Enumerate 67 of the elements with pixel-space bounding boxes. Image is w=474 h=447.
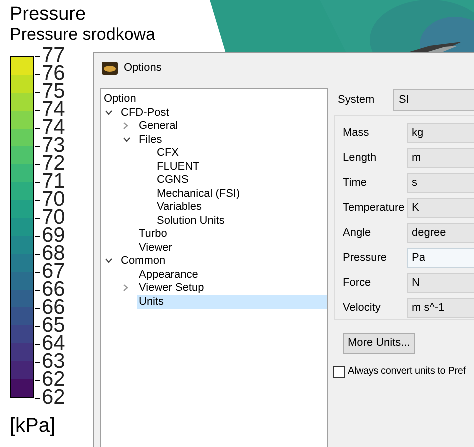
unit-field[interactable]: m s^-1 [407,298,474,318]
unit-label: Pressure [343,250,388,266]
legend-tick-label: 76 [42,65,66,83]
collapse-chevron-icon[interactable] [105,258,113,264]
tree-item[interactable]: CGNS [155,174,189,187]
legend-tick-label: 66 [42,281,66,299]
collapse-chevron-icon[interactable] [105,110,113,116]
tree-item[interactable]: CFD-Post [119,106,170,120]
unit-label: Length [343,150,378,166]
system-dropdown[interactable]: SI [393,89,474,111]
tree-item[interactable]: Viewer Setup [137,282,204,295]
system-label: System [337,92,376,108]
legend-tick-label: 65 [42,317,66,335]
unit-label: Temperature [343,200,406,216]
legend-tick-label: 70 [42,191,66,209]
window-title: Options [124,60,162,76]
tree-item[interactable]: Units [137,295,327,308]
tree-item[interactable]: Mechanical (FSI) [155,187,240,200]
unit-field[interactable]: Pa [407,248,474,268]
tree-item[interactable]: FLUENT [155,160,200,174]
tree-item[interactable]: Viewer [137,241,172,254]
collapse-chevron-icon[interactable] [123,136,131,143]
unit-label: Mass [343,126,370,141]
tree-item[interactable]: Appearance [137,268,198,282]
more-units-button[interactable]: More Units... [343,333,416,354]
app-icon [102,62,118,74]
tree-item[interactable]: Solution Units [155,214,225,228]
legend-tick-label: 62 [42,389,66,407]
legend-tick-label: 71 [42,173,66,191]
tree-item[interactable]: Variables [155,200,202,214]
legend-tick-label: 77 [42,47,66,65]
tree-item[interactable]: CFX [155,146,179,160]
unit-label: Velocity [343,300,382,316]
plot-subtitle: Pressure srodkowa [10,25,156,45]
unit-label: Angle [343,226,372,241]
legend-tick-label: 73 [42,137,66,155]
checkbox-label: Always convert units to Pref [348,365,466,379]
legend-tick-label: 70 [42,209,66,227]
unit-field[interactable]: degree [407,223,474,243]
legend-tick-label: 72 [42,155,66,173]
tree-item[interactable]: Files [137,133,162,146]
legend-tick-label: 62 [42,371,66,389]
legend-tick-label: 74 [42,101,66,119]
legend-tick-label: 66 [42,299,66,317]
unit-field[interactable]: N [407,273,474,293]
tree-item[interactable]: Common [119,254,166,268]
legend-tick-label: 74 [42,119,66,137]
legend-tick-label: 68 [42,245,66,263]
tree-item[interactable]: General [137,120,178,133]
unit-field[interactable]: s [407,173,474,193]
unit-label: Force [343,276,372,291]
checkbox[interactable] [333,366,345,378]
legend-tick-label: 75 [42,83,66,101]
unit-field[interactable]: K [407,198,474,218]
tree-item[interactable]: Turbo [137,228,168,241]
expand-chevron-icon[interactable] [123,122,129,130]
legend-tick-label: 63 [42,353,66,371]
plot-title: Pressure [10,4,86,25]
unit-label: Time [343,176,368,191]
tree-header: Option [103,92,136,106]
legend-tick-label: 67 [42,263,66,281]
unit-field[interactable]: kg [407,123,474,143]
unit-field[interactable]: m [407,148,474,168]
legend-tick-label: 64 [42,335,66,353]
legend-tick-label: 69 [42,227,66,245]
unit-label: [kPa] [10,415,56,437]
expand-chevron-icon[interactable] [123,284,129,292]
